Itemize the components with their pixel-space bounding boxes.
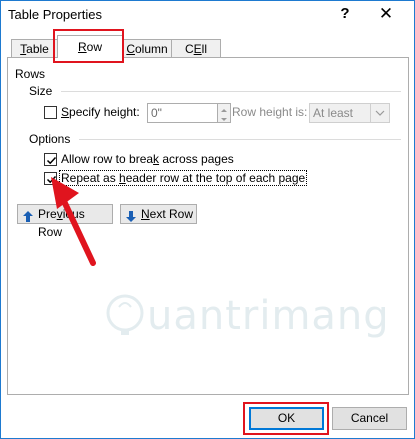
help-button[interactable]: ? [335,3,355,25]
size-label: Size [29,84,53,98]
allow-break-text-rest: across pages [159,152,234,166]
options-label: Options [29,132,71,146]
watermark: uantrimang [105,293,389,339]
red-arrow-icon [51,177,96,266]
chevron-down-icon [370,104,389,122]
tab-table[interactable]: Table [11,39,58,58]
allow-break-label[interactable]: Allow row to break across pages [61,152,234,166]
title-bar[interactable]: Table Properties ? ✕ [1,1,414,29]
arrow-down-icon [126,209,136,227]
tab-column-mnemonic: C [126,42,135,56]
bulb-logo-icon [106,294,144,335]
row-height-is-value: At least [313,106,354,120]
allow-break-checkbox[interactable] [44,153,57,166]
check-icon [46,156,57,165]
tab-row-mnemonic: R [77,40,87,54]
specify-height-mnemonic: S [61,105,70,119]
tab-column[interactable]: Column [122,39,172,58]
tab-cell-mnemonic: E [193,42,202,56]
allow-break-text-pre: Allow row to brea [61,152,154,166]
size-divider [61,91,401,92]
tab-row[interactable]: Row [57,35,123,58]
cancel-button[interactable]: Cancel [332,407,407,430]
tab-column-label: olumn [134,42,168,56]
close-button[interactable]: ✕ [373,3,399,25]
ok-button[interactable]: OK [249,407,324,430]
height-spinner[interactable] [218,103,231,123]
next-row-text-rest: ext Row [149,207,194,221]
specify-height-label[interactable]: Specify height: [61,105,140,119]
specify-height-checkbox[interactable] [44,106,57,119]
tab-cell[interactable]: CEll [171,39,221,58]
watermark-text: uantrimang [147,293,390,339]
options-divider [79,139,401,140]
row-height-is-select[interactable]: At least [309,103,390,123]
table-properties-dialog: Table Properties ? ✕ Table Row Column CE… [0,0,415,439]
row-height-is-label: Row height is: [232,105,308,119]
window-title: Table Properties [8,7,102,22]
next-row-button[interactable]: Next Row [120,204,197,224]
tab-cell-label: ll [201,42,208,56]
tab-table-label: able [26,42,49,56]
repeat-header-mnemonic: h [119,171,126,185]
spin-down-icon[interactable] [218,113,230,122]
rows-heading: Rows [15,67,46,81]
tab-row-label: ow [86,40,102,54]
next-row-mnemonic: N [141,207,150,221]
arrow-up-icon [23,209,33,227]
height-input[interactable]: 0" [147,103,218,123]
spin-up-icon[interactable] [218,104,230,113]
repeat-header-text-rest: eader row at the top of each page [125,171,306,185]
tab-cell-prefix: C [184,42,194,56]
specify-height-text: pecify height: [69,105,140,119]
next-row-label: Next Row [141,205,193,223]
